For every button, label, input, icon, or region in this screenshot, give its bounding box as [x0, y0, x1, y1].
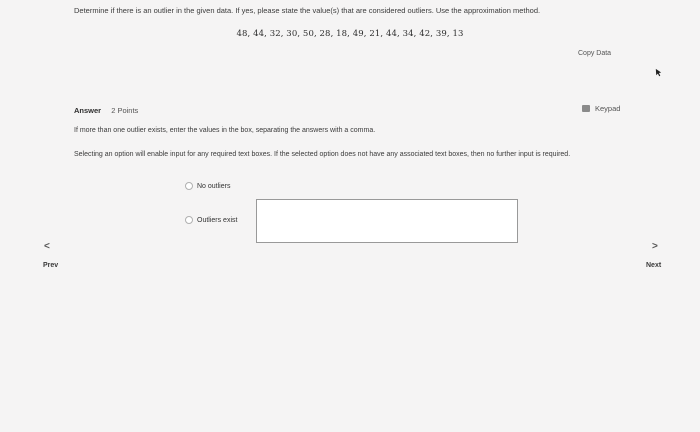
radio-outliers-exist[interactable] — [185, 216, 193, 224]
dataset-values: 48, 44, 32, 30, 50, 28, 18, 49, 21, 44, … — [236, 29, 464, 39]
copy-data-button[interactable]: Copy Data — [578, 50, 611, 57]
radio-no-outliers[interactable] — [185, 182, 193, 190]
answer-label: Answer — [74, 106, 102, 115]
mouse-cursor-icon — [655, 68, 662, 77]
answer-instruction: If more than one outlier exists, enter t… — [74, 127, 376, 134]
points-label: 2 Points — [111, 106, 139, 115]
next-arrow-icon[interactable]: > — [652, 241, 658, 252]
next-button[interactable]: Next — [646, 262, 661, 269]
prev-button[interactable]: Prev — [43, 262, 58, 269]
option-no-outliers[interactable]: No outliers — [185, 182, 230, 190]
keypad-label: Keypad — [595, 104, 621, 113]
prev-arrow-icon[interactable]: < — [44, 241, 50, 252]
option-label: No outliers — [197, 182, 231, 190]
keypad-icon — [582, 105, 590, 112]
outliers-input[interactable] — [256, 199, 518, 243]
answer-header: Answer 2 Points — [74, 106, 138, 115]
question-text: Determine if there is an outlier in the … — [74, 6, 541, 15]
option-label: Outliers exist — [197, 216, 238, 224]
selection-note: Selecting an option will enable input fo… — [74, 151, 571, 158]
keypad-button[interactable]: Keypad — [582, 104, 620, 113]
option-outliers-exist[interactable]: Outliers exist — [185, 216, 237, 224]
